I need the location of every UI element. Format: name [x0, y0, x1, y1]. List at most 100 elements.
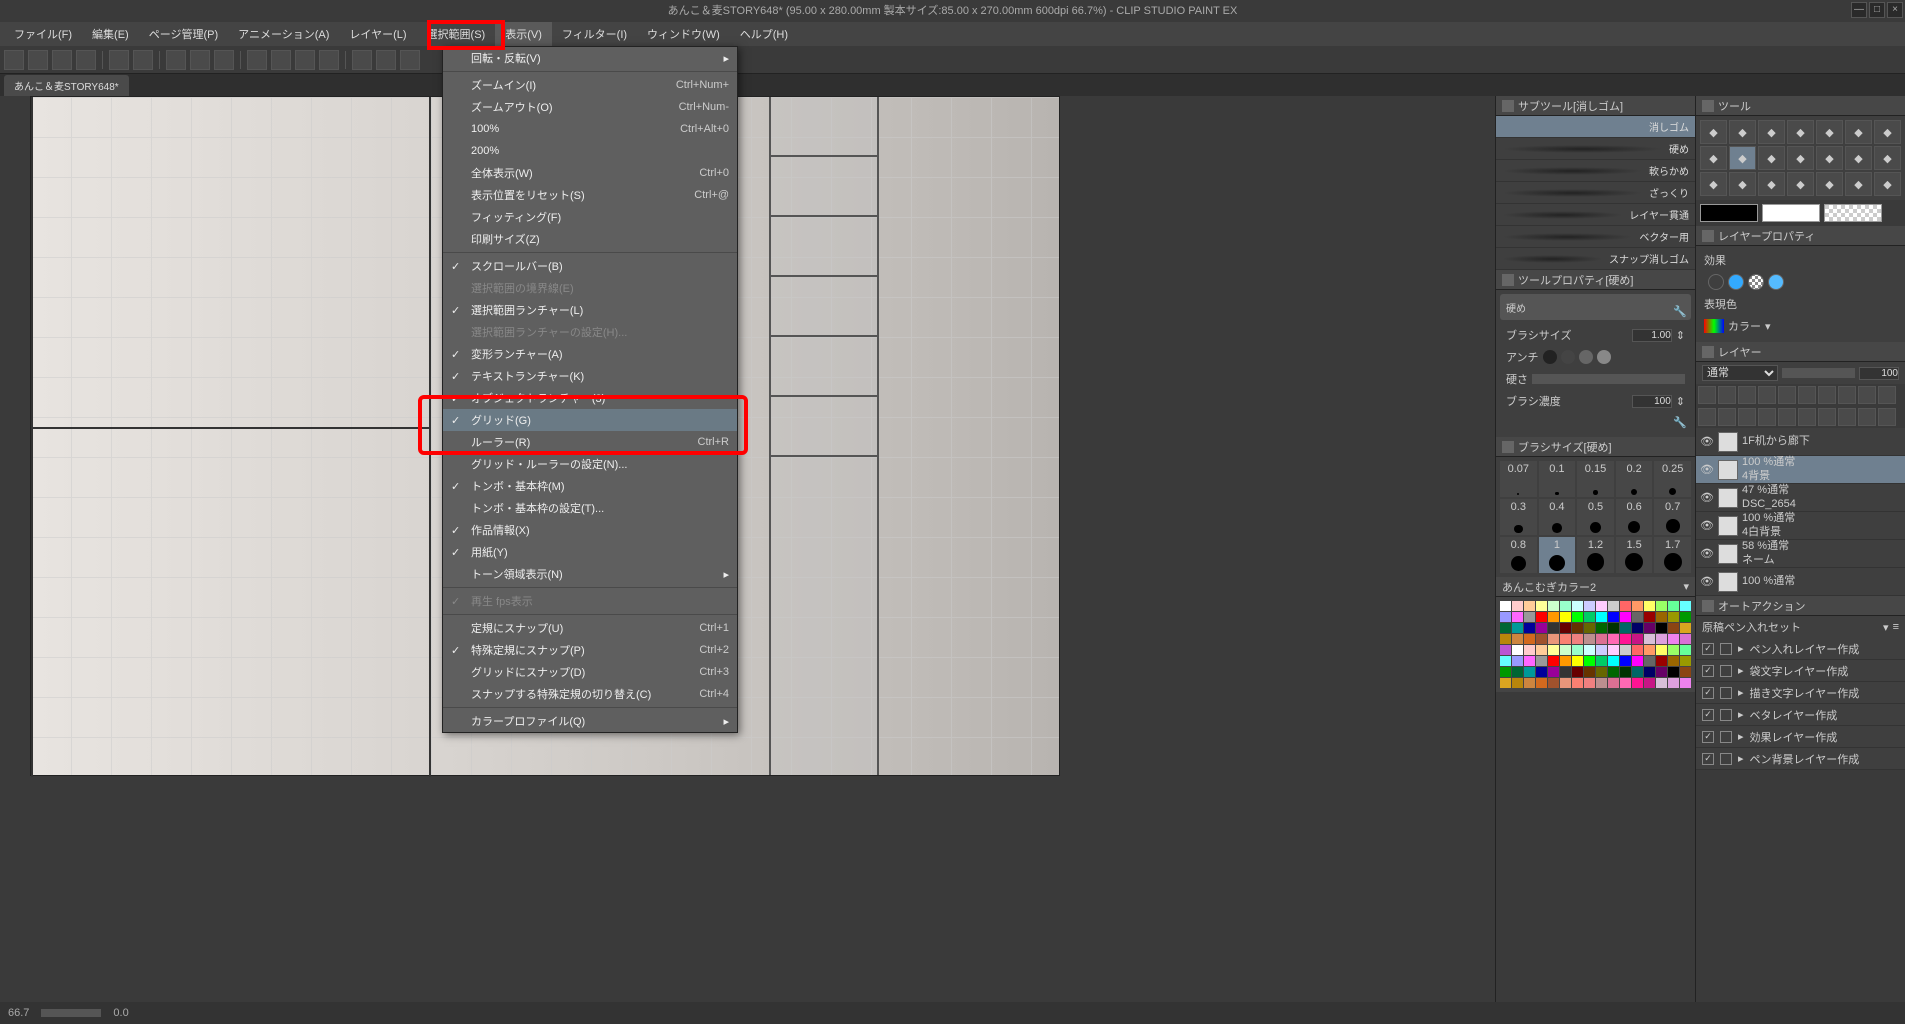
effect-pattern-icon[interactable]	[1748, 274, 1764, 290]
layer-row[interactable]: 👁58 %通常ネーム	[1696, 540, 1905, 568]
brush-size-preset[interactable]: 0.3	[1500, 499, 1537, 535]
color-swatch[interactable]	[1644, 612, 1655, 622]
blend-mode-select[interactable]: 通常	[1702, 365, 1778, 381]
new-icon[interactable]	[28, 50, 48, 70]
color-swatch[interactable]	[1620, 634, 1631, 644]
menu-編集[interactable]: 編集(E)	[82, 22, 139, 46]
color-swatch[interactable]	[1668, 678, 1679, 688]
background-color[interactable]	[1762, 204, 1820, 222]
menu-レイヤー[interactable]: レイヤー(L)	[339, 22, 416, 46]
brush-size-preset[interactable]: 0.7	[1654, 499, 1691, 535]
checkbox[interactable]: ✓	[1702, 731, 1714, 743]
brush-size-preset[interactable]: 1.2	[1577, 537, 1614, 573]
color-swatch[interactable]	[1596, 645, 1607, 655]
menu-item[interactable]: ルーラー(R)Ctrl+R	[443, 431, 737, 453]
color-swatch[interactable]	[1596, 656, 1607, 666]
layer-tool-icon[interactable]	[1758, 386, 1776, 404]
menu-選択範囲[interactable]: 選択範囲(S)	[417, 22, 496, 46]
color-swatch[interactable]	[1632, 612, 1643, 622]
action-item[interactable]: ✓▸ベタレイヤー作成	[1696, 704, 1905, 726]
color-swatch[interactable]	[1512, 656, 1523, 666]
checkbox[interactable]: ✓	[1702, 687, 1714, 699]
menu-アニメーション[interactable]: アニメーション(A)	[228, 22, 339, 46]
canvas-viewport[interactable]	[0, 96, 1495, 1002]
brush-size-preset[interactable]: 0.15	[1577, 461, 1614, 497]
ruler-icon[interactable]: ◆	[1816, 172, 1843, 196]
checkbox[interactable]	[1720, 687, 1732, 699]
layer-row[interactable]: 👁100 %通常	[1696, 568, 1905, 596]
open-icon[interactable]	[52, 50, 72, 70]
color-swatch[interactable]	[1680, 601, 1691, 611]
color-swatch[interactable]	[1536, 601, 1547, 611]
color-swatch[interactable]	[1548, 645, 1559, 655]
color-swatch[interactable]	[1560, 678, 1571, 688]
dropdown-icon[interactable]: ▾	[1765, 320, 1771, 333]
frame-icon[interactable]: ◆	[1787, 172, 1814, 196]
color-swatch[interactable]	[1632, 645, 1643, 655]
menu-item[interactable]: 200%	[443, 140, 737, 162]
color-set-header[interactable]: あんこむぎカラー2▾	[1496, 577, 1695, 597]
brush-size-preset[interactable]: 0.4	[1539, 499, 1576, 535]
layer-tool-icon[interactable]	[1738, 386, 1756, 404]
menu-item[interactable]: ズームイン(I)Ctrl+Num+	[443, 74, 737, 96]
line-icon[interactable]: ◆	[1845, 172, 1872, 196]
subtool-panel-header[interactable]: サブツール[消しゴム]	[1496, 96, 1695, 116]
visibility-icon[interactable]: 👁	[1700, 575, 1714, 588]
subtool-item[interactable]: スナップ消しゴム	[1496, 248, 1695, 270]
visibility-icon[interactable]: 👁	[1700, 547, 1714, 560]
color-swatch[interactable]	[1668, 634, 1679, 644]
play-icon[interactable]: ▸	[1738, 664, 1744, 677]
layer-row[interactable]: 👁47 %通常DSC_2654	[1696, 484, 1905, 512]
rotation-value[interactable]: 0.0	[113, 1007, 128, 1019]
layer-row[interactable]: 👁100 %通常4白背景	[1696, 512, 1905, 540]
antialias-option[interactable]	[1579, 350, 1593, 364]
color-swatch[interactable]	[1584, 667, 1595, 677]
layer-tool-icon[interactable]	[1778, 386, 1796, 404]
color-swatch[interactable]	[1656, 667, 1667, 677]
color-swatch[interactable]	[1572, 623, 1583, 633]
document-tab[interactable]: あんこ＆麦STORY648*	[4, 75, 129, 96]
balloon-icon[interactable]: ◆	[1758, 172, 1785, 196]
brush-size-header[interactable]: ブラシサイズ[硬め]	[1496, 437, 1695, 457]
antialias-option[interactable]	[1543, 350, 1557, 364]
play-icon[interactable]: ▸	[1738, 730, 1744, 743]
color-swatch[interactable]	[1560, 656, 1571, 666]
checkbox[interactable]: ✓	[1702, 643, 1714, 655]
color-swatch[interactable]	[1584, 645, 1595, 655]
color-swatch[interactable]	[1548, 612, 1559, 622]
color-swatch[interactable]	[1584, 656, 1595, 666]
clear-icon[interactable]	[247, 50, 267, 70]
brush-size-preset[interactable]: 0.6	[1616, 499, 1653, 535]
color-swatch[interactable]	[1524, 623, 1535, 633]
color-swatch[interactable]	[1632, 623, 1643, 633]
color-swatch[interactable]	[1512, 634, 1523, 644]
color-swatch[interactable]	[1668, 656, 1679, 666]
color-swatch[interactable]	[1608, 634, 1619, 644]
redo-icon[interactable]	[133, 50, 153, 70]
color-swatch[interactable]	[1656, 601, 1667, 611]
color-swatch[interactable]	[1632, 601, 1643, 611]
color-swatch[interactable]	[1680, 678, 1691, 688]
operation-icon[interactable]: ◆	[1758, 120, 1785, 144]
brush-size-preset[interactable]: 0.5	[1577, 499, 1614, 535]
color-swatch[interactable]	[1536, 645, 1547, 655]
color-swatch[interactable]	[1500, 678, 1511, 688]
color-swatch[interactable]	[1548, 601, 1559, 611]
color-swatch[interactable]	[1680, 612, 1691, 622]
snap-special-icon[interactable]	[376, 50, 396, 70]
layer-tool-icon[interactable]	[1698, 408, 1716, 426]
color-swatch[interactable]	[1680, 645, 1691, 655]
color-swatch[interactable]	[1620, 612, 1631, 622]
layer-property-header[interactable]: レイヤープロパティ	[1696, 226, 1905, 246]
color-swatch[interactable]	[1584, 612, 1595, 622]
color-swatch[interactable]	[1620, 678, 1631, 688]
effect-tone-icon[interactable]	[1728, 274, 1744, 290]
menu-フィルター[interactable]: フィルター(I)	[552, 22, 637, 46]
brush-size-preset[interactable]: 0.1	[1539, 461, 1576, 497]
color-swatch[interactable]	[1500, 634, 1511, 644]
layer-tool-icon[interactable]	[1818, 408, 1836, 426]
color-swatch[interactable]	[1608, 623, 1619, 633]
menu-item[interactable]: トーン領域表示(N)▸	[443, 563, 737, 585]
layer-row[interactable]: 👁100 %通常4背景	[1696, 456, 1905, 484]
menu-item[interactable]: ✓オブジェクトランチャー(3)	[443, 387, 737, 409]
